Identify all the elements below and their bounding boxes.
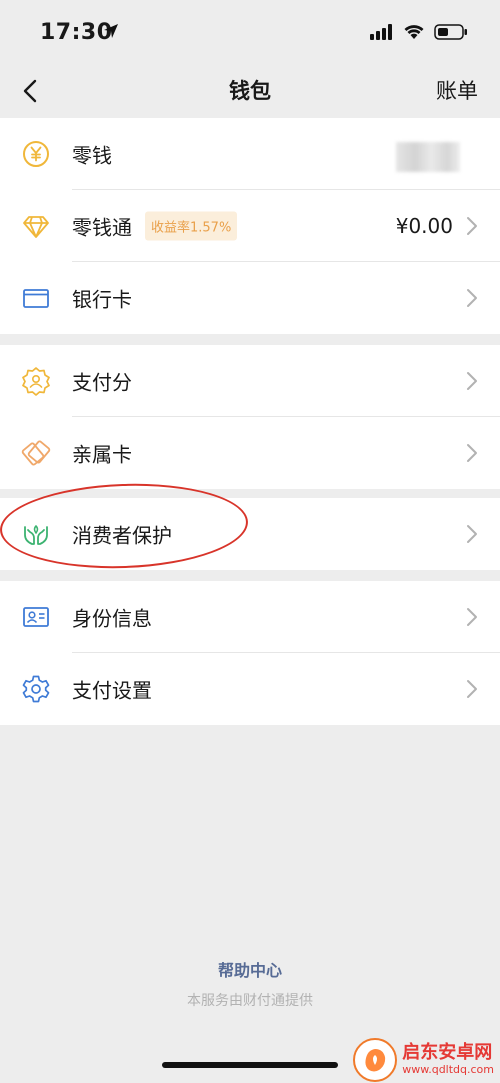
row-label: 支付设置 (72, 678, 152, 703)
watermark-name: 启东安卓网 (402, 1042, 493, 1063)
nav-bar: 钱包 账单 (0, 66, 500, 118)
row-label: 身份信息 (72, 606, 152, 631)
blurred-balance (396, 142, 460, 172)
gear-icon (20, 673, 52, 705)
signal-icon (370, 24, 394, 44)
row-payscore[interactable]: 支付分 (0, 345, 500, 417)
diamond-icon (20, 210, 52, 242)
row-label: 亲属卡 (72, 442, 132, 467)
row-label: 银行卡 (72, 287, 132, 312)
row-lingqian[interactable]: 零钱 (0, 118, 500, 190)
watermark-logo-icon (353, 1038, 398, 1082)
row-bankcard[interactable]: 银行卡 (0, 262, 500, 334)
bank-card-icon (20, 282, 52, 314)
protection-group: 消费者保护 (0, 498, 500, 570)
row-lingqiantong[interactable]: 零钱通 收益率1.57% ¥0.00 (0, 190, 500, 262)
row-family-card[interactable]: 亲属卡 (0, 417, 500, 489)
chevron-right-icon (466, 371, 478, 391)
row-label: 支付分 (72, 370, 132, 395)
family-card-icon (20, 437, 52, 469)
row-identity[interactable]: 身份信息 (0, 581, 500, 653)
row-pay-settings[interactable]: 支付设置 (0, 653, 500, 725)
yield-badge: 收益率1.57% (145, 211, 238, 241)
pay-score-badge-icon (20, 365, 52, 397)
chevron-right-icon (466, 288, 478, 308)
battery-icon (434, 24, 468, 44)
services-group: 支付分 亲属卡 (0, 345, 500, 489)
chevron-right-icon (466, 443, 478, 463)
row-label: 消费者保护 (72, 523, 172, 548)
row-label: 零钱通 (72, 215, 132, 240)
watermark-url: www.qdltdq.com (402, 1063, 494, 1076)
help-center-link[interactable]: 帮助中心 (0, 957, 500, 981)
chevron-right-icon (466, 524, 478, 544)
money-group: 零钱 零钱通 收益率1.57% ¥0.00 银行卡 (0, 118, 500, 334)
chevron-right-icon (466, 679, 478, 699)
page-title: 钱包 (229, 79, 271, 103)
provider-text: 本服务由财付通提供 (187, 993, 313, 1009)
row-label: 零钱 (72, 143, 112, 168)
status-indicators (370, 24, 468, 44)
balance-value: ¥0.00 (395, 214, 453, 238)
status-bar: 17:30 (0, 0, 500, 66)
chevron-right-icon (466, 216, 478, 236)
row-consumer-protection[interactable]: 消费者保护 (0, 498, 500, 570)
hands-protection-icon (20, 518, 52, 550)
wifi-icon (403, 24, 425, 44)
yuan-coin-icon (20, 138, 52, 170)
id-card-icon (20, 601, 52, 633)
settings-group: 身份信息 支付设置 (0, 581, 500, 725)
chevron-right-icon (466, 607, 478, 627)
watermark: 启东安卓网 www.qdltdq.com (353, 1038, 494, 1082)
bill-button[interactable]: 账单 (436, 75, 478, 105)
home-indicator[interactable] (162, 1062, 338, 1068)
location-arrow-icon (102, 22, 120, 44)
